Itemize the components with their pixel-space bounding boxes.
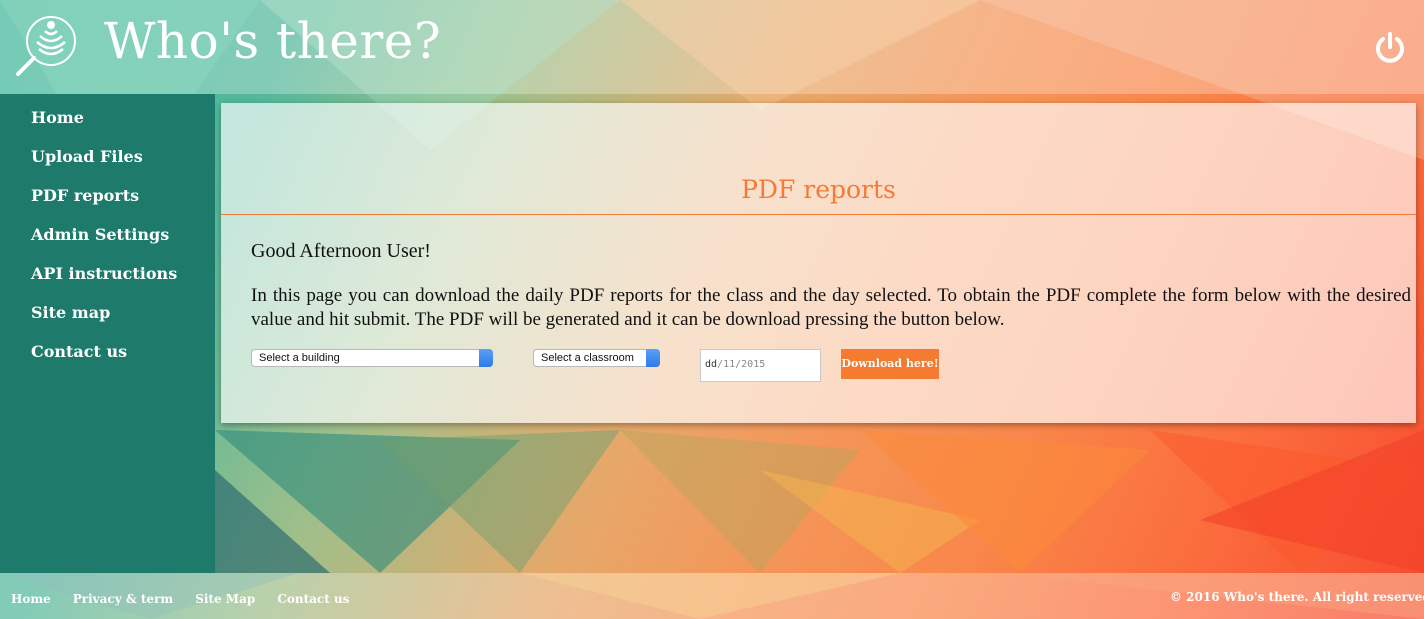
sidebar: Home Upload Files PDF reports Admin Sett… xyxy=(0,94,215,573)
sidebar-item-pdf-reports[interactable]: PDF reports xyxy=(0,185,215,224)
download-button[interactable]: Download here! xyxy=(841,349,939,379)
greeting-text: Good Afternoon User! xyxy=(251,240,431,262)
footer-link-privacy[interactable]: Privacy & term xyxy=(73,592,173,606)
footer: Home Privacy & term Site Map Contact us … xyxy=(0,573,1424,619)
date-year[interactable]: 2015 xyxy=(741,359,765,370)
title-divider xyxy=(221,214,1416,215)
footer-link-site-map[interactable]: Site Map xyxy=(195,592,255,606)
app-header: Who's there? xyxy=(0,0,1424,94)
classroom-select-value: Select a classroom xyxy=(541,352,634,364)
select-arrows-icon xyxy=(479,349,493,367)
sidebar-item-admin-settings[interactable]: Admin Settings xyxy=(0,224,215,263)
page-title: PDF reports xyxy=(741,175,896,204)
sidebar-item-api-instructions[interactable]: API instructions xyxy=(0,263,215,302)
power-icon[interactable] xyxy=(1372,30,1408,66)
footer-link-contact[interactable]: Contact us xyxy=(277,592,349,606)
copyright-text: © 2016 Who's there. All right reserved xyxy=(1170,590,1424,604)
select-arrows-icon xyxy=(646,349,660,367)
building-select-value: Select a building xyxy=(259,352,340,364)
fingerprint-magnifier-icon[interactable] xyxy=(15,13,79,77)
sidebar-item-upload-files[interactable]: Upload Files xyxy=(0,146,215,185)
building-select[interactable]: Select a building xyxy=(251,349,493,367)
date-day[interactable]: dd xyxy=(705,359,717,370)
description-text: In this page you can download the daily … xyxy=(251,285,1411,330)
sidebar-item-home[interactable]: Home xyxy=(0,107,215,146)
classroom-select[interactable]: Select a classroom xyxy=(533,349,660,367)
sidebar-item-contact-us[interactable]: Contact us xyxy=(0,341,215,380)
app-title: Who's there? xyxy=(104,12,442,70)
date-month[interactable]: 11 xyxy=(723,359,735,370)
pdf-reports-card: PDF reports Good Afternoon User! In this… xyxy=(221,103,1416,423)
footer-links: Home Privacy & term Site Map Contact us xyxy=(11,588,366,607)
sidebar-item-site-map[interactable]: Site map xyxy=(0,302,215,341)
date-input[interactable]: dd/11/2015 xyxy=(700,349,821,382)
footer-link-home[interactable]: Home xyxy=(11,592,51,606)
